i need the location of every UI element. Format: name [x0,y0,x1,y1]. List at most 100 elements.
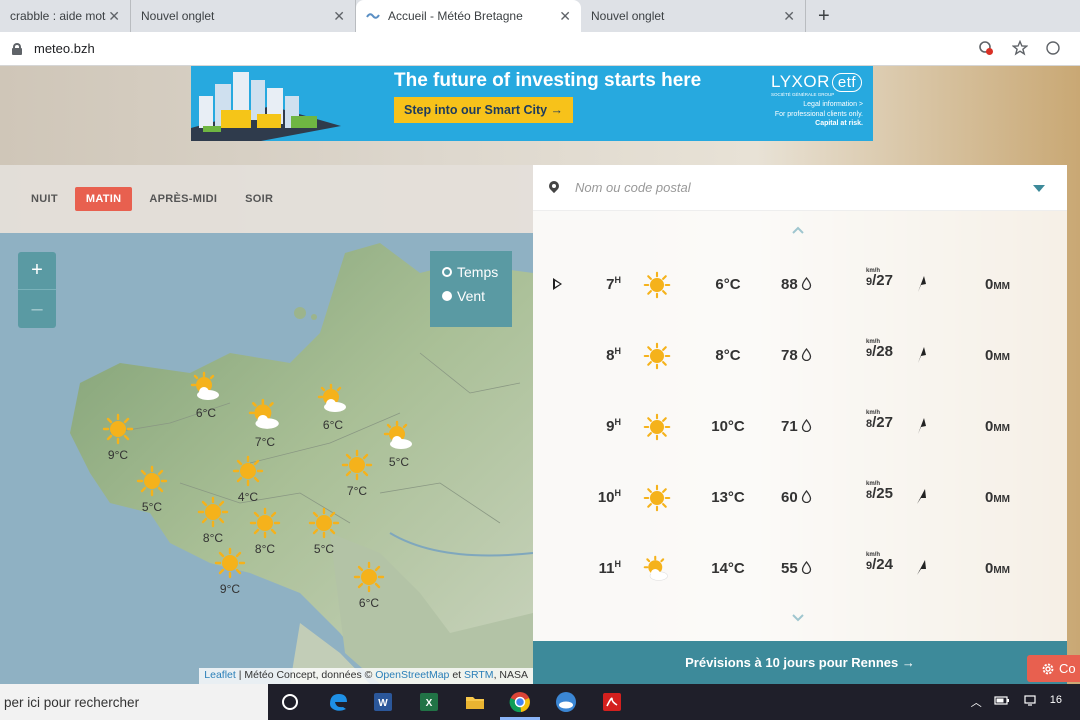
tab-scrabble[interactable]: crabble : aide mots et ✕ [0,0,131,32]
radio-selected-icon[interactable] [442,267,452,277]
address-bar[interactable]: meteo.bzh [0,32,1080,66]
map-marker[interactable]: 5°C [379,420,419,469]
forecast-humidity: 71 [781,418,812,435]
map-marker[interactable]: 6°C [186,371,226,420]
srtm-link[interactable]: SRTM [464,669,494,681]
weather-map[interactable]: + – Temps Vent 9°C 6°C 7°C 6°C 5°C 5°C 4… [0,233,533,684]
zoom-in-button[interactable]: + [18,252,56,290]
sun-icon [353,561,385,593]
cookie-settings-button[interactable]: Co [1027,655,1080,682]
dropdown-caret-icon[interactable] [1033,185,1045,192]
forecast-row[interactable]: 8H 8°C 78 km/h 9/28 0MM [533,336,1067,376]
forecast-wind: km/h 9/27 [866,268,916,290]
marker-temperature: 9°C [219,582,241,596]
ad-headline: The future of investing starts here [394,70,702,91]
map-marker[interactable]: 8°C [245,507,285,556]
edge-browser-icon[interactable] [326,690,350,714]
map-marker[interactable]: 6°C [349,561,389,610]
humidity-value: 88 [781,276,798,293]
map-marker[interactable]: 7°C [337,449,377,498]
file-explorer-icon[interactable] [463,690,487,714]
tab-title: Nouvel onglet [591,9,665,23]
marker-temperature: 4°C [237,490,259,504]
taskbar-search-box[interactable]: per ici pour rechercher [0,684,268,720]
wind-direction-arrow-icon [918,418,926,434]
task-view-icon[interactable] [278,690,302,714]
forecast-wind: km/h 9/28 [866,339,916,361]
sun-icon [308,507,340,539]
map-zoom-control: + – [18,252,56,328]
humidity-value: 55 [781,560,798,577]
profile-icon[interactable] [1046,40,1060,56]
location-search-input[interactable] [575,180,955,195]
marker-temperature: 8°C [254,542,276,556]
openstreetmap-link[interactable]: OpenStreetMap [375,669,449,681]
ad-banner[interactable]: The future of investing starts here Step… [191,66,873,141]
acrobat-pdf-icon[interactable] [600,690,624,714]
map-marker[interactable]: 4°C [228,455,268,504]
url-text[interactable]: meteo.bzh [34,41,95,56]
forecast-wind: km/h 8/27 [866,410,916,432]
map-marker[interactable]: 9°C [98,413,138,462]
marker-temperature: 5°C [388,455,410,469]
forecast-row[interactable]: 11H 14°C 55 km/h 9/24 0MM [533,549,1067,589]
map-attribution: Leaflet | Météo Concept, données © OpenS… [199,668,533,684]
chrome-browser-icon[interactable] [508,690,532,714]
wind-gust: /27 [872,272,893,289]
map-marker[interactable]: 5°C [304,507,344,556]
map-marker[interactable]: 6°C [313,383,353,432]
forecast-rain: 0MM [985,347,1010,364]
lock-icon[interactable] [12,42,22,55]
forecast-panel: 7H 6°C 88 km/h9/27 0MM 8H 8°C 78 km/h9/2… [533,165,1067,684]
marker-temperature: 8°C [202,531,224,545]
sun-icon [197,496,229,528]
layer-option-vent[interactable]: Vent [442,288,512,304]
ad-cta-button[interactable]: Step into our Smart City → [394,97,574,123]
hour-value: 9 [606,418,615,435]
scroll-down-chevron-icon[interactable] [791,611,805,625]
map-marker[interactable]: 9°C [210,547,250,596]
layer-option-temps[interactable]: Temps [442,264,512,280]
sun-cloud-icon [317,383,346,412]
marker-temperature: 6°C [322,418,344,432]
battery-icon[interactable] [994,694,1010,706]
radio-unselected-icon[interactable] [442,291,452,301]
bookmark-star-icon[interactable] [1012,40,1028,56]
sun-icon [643,342,671,370]
period-nuit[interactable]: NUIT [20,187,69,211]
forecast-row[interactable]: 7H 6°C 88 km/h 9/27 0MM [533,265,1067,305]
site-permissions-icon[interactable] [978,40,994,56]
leaflet-link[interactable]: Leaflet [204,669,236,681]
new-tab-button[interactable]: + [806,0,842,32]
forecast-row[interactable]: 10H 13°C 60 km/h 8/25 0MM [533,478,1067,518]
scroll-up-chevron-icon[interactable] [791,223,805,237]
tab-new-2[interactable]: Nouvel onglet ✕ [581,0,806,32]
map-marker[interactable]: 5°C [132,465,172,514]
ten-day-forecast-link[interactable]: Prévisions à 10 jours pour Rennes → [533,641,1067,684]
map-marker[interactable]: 8°C [193,496,233,545]
word-app-icon[interactable]: W [371,690,395,714]
forecast-row[interactable]: 9H 10°C 71 km/h 8/27 0MM [533,407,1067,447]
tab-new-1[interactable]: Nouvel onglet ✕ [131,0,356,32]
period-matin[interactable]: MATIN [74,187,133,211]
location-search [533,165,1067,211]
network-icon[interactable] [1022,694,1038,706]
ad-legal-link[interactable]: Legal information > [775,100,863,110]
period-apres-midi[interactable]: APRÈS-MIDI [138,187,228,211]
period-soir[interactable]: SOIR [234,187,284,211]
weather-app-icon[interactable] [554,690,578,714]
close-icon[interactable]: ✕ [559,8,571,25]
tray-chevron-up-icon[interactable]: ︿ [971,694,982,710]
close-icon[interactable]: ✕ [783,8,795,25]
hour-value: 8 [606,347,615,364]
forecast-rain: 0MM [985,489,1010,506]
close-icon[interactable]: ✕ [333,8,345,25]
excel-app-icon[interactable]: X [417,690,441,714]
clock[interactable]: 16 [1050,694,1062,710]
zoom-out-button[interactable]: – [18,290,56,328]
hour-unit: H [614,559,622,569]
close-icon[interactable]: ✕ [108,8,120,25]
tab-meteo[interactable]: Accueil - Météo Bretagne ✕ [356,0,581,32]
map-marker[interactable]: 7°C [245,398,285,449]
current-hour-play-icon [553,278,562,290]
